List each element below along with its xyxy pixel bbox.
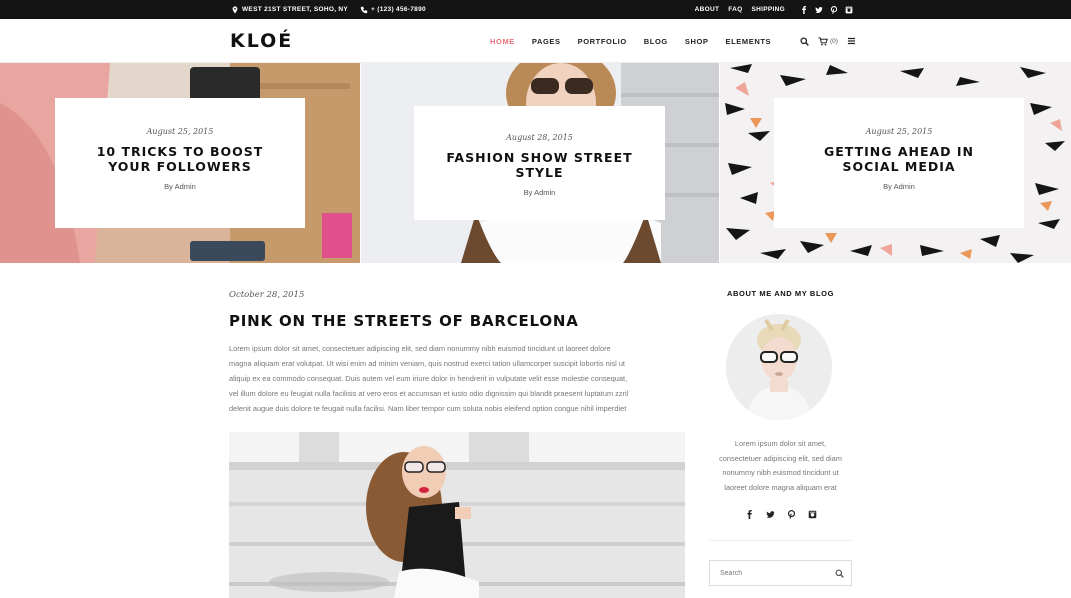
nav-portfolio[interactable]: PORTFOLIO	[578, 37, 627, 46]
pinterest-icon[interactable]	[787, 510, 796, 519]
article-photo	[229, 432, 685, 598]
top-social-icons	[800, 5, 853, 14]
featured-card-1: August 25, 2015 10 TRICKS TO BOOST YOUR …	[55, 98, 305, 228]
nav-blog[interactable]: BLOG	[644, 37, 668, 46]
excerpt-line: Lorem ipsum dolor sit amet, consectetuer…	[229, 344, 611, 353]
featured-title[interactable]: 10 TRICKS TO BOOST YOUR FOLLOWERS	[55, 144, 305, 174]
twitter-icon[interactable]	[815, 6, 823, 14]
nav-pages[interactable]: PAGES	[532, 37, 561, 46]
featured-date: August 25, 2015	[865, 127, 933, 136]
featured-post-3[interactable]: August 25, 2015 GETTING AHEAD IN SOCIAL …	[720, 63, 1071, 263]
instagram-icon[interactable]	[808, 510, 817, 519]
phone-text: + (123) 456-7890	[371, 6, 426, 13]
sidebar-search	[709, 560, 852, 586]
featured-post-1[interactable]: August 25, 2015 10 TRICKS TO BOOST YOUR …	[0, 63, 360, 263]
cart-count: (0)	[830, 37, 838, 45]
excerpt-line: delenit augue duis dolore te feugait nul…	[229, 404, 627, 413]
header-tools: (0)	[800, 19, 856, 63]
sidebar-about-text: Lorem ipsum dolor sit amet, consectetuer…	[709, 437, 852, 495]
excerpt-line: magna aliquam erat volutpat. Ut wisi eni…	[229, 359, 625, 368]
pinterest-icon[interactable]	[830, 5, 838, 14]
top-link-shipping[interactable]: SHIPPING	[752, 6, 785, 13]
top-links: ABOUT FAQ SHIPPING	[695, 0, 853, 19]
article-title[interactable]: PINK ON THE STREETS OF BARCELONA	[229, 312, 579, 330]
site-logo[interactable]: KLOÉ	[230, 30, 293, 52]
article-date: October 28, 2015	[229, 290, 305, 300]
search-icon[interactable]	[800, 36, 809, 46]
about-line: nonummy nibh euismod tincidunt ut	[722, 468, 839, 477]
sidebar-divider	[709, 540, 852, 541]
facebook-icon[interactable]	[745, 510, 754, 519]
featured-card-2: August 28, 2015 FASHION SHOW STREET STYL…	[414, 106, 665, 220]
top-link-faq[interactable]: FAQ	[728, 6, 742, 13]
featured-title[interactable]: GETTING AHEAD IN SOCIAL MEDIA	[774, 144, 1024, 174]
about-line: consectetuer adipiscing elit, sed diam	[719, 453, 842, 463]
main-header: KLOÉ HOME PAGES PORTFOLIO BLOG SHOP ELEM…	[0, 19, 1071, 63]
nav-home[interactable]: HOME	[490, 37, 515, 46]
cart-icon	[818, 36, 828, 45]
about-line: laoreet dolore magna aliquam erat	[724, 482, 837, 492]
address: WEST 21ST STREET, SOHO, NY	[231, 5, 349, 14]
sidebar-social-icons	[745, 510, 817, 519]
address-text: WEST 21ST STREET, SOHO, NY	[242, 6, 349, 13]
facebook-icon[interactable]	[800, 5, 808, 14]
nav-elements[interactable]: ELEMENTS	[726, 37, 772, 46]
article-image[interactable]	[229, 432, 685, 598]
phone: + (123) 456-7890	[360, 6, 426, 14]
avatar-photo	[726, 314, 832, 420]
excerpt-line: aliquip ex ea commodo consequat. Duis au…	[229, 374, 628, 383]
featured-card-3: August 25, 2015 GETTING AHEAD IN SOCIAL …	[774, 98, 1024, 228]
top-link-about[interactable]: ABOUT	[695, 6, 720, 13]
sidebar-title: ABOUT ME AND MY BLOG	[727, 289, 834, 298]
nav-shop[interactable]: SHOP	[685, 37, 709, 46]
featured-author: By Admin	[164, 182, 196, 191]
author-avatar	[726, 314, 832, 420]
search-icon	[834, 568, 844, 578]
cart-button[interactable]: (0)	[818, 36, 838, 46]
main-nav: HOME PAGES PORTFOLIO BLOG SHOP ELEMENTS	[490, 19, 771, 63]
top-bar: WEST 21ST STREET, SOHO, NY + (123) 456-7…	[0, 0, 1071, 19]
twitter-icon[interactable]	[766, 510, 775, 519]
contact-info: WEST 21ST STREET, SOHO, NY + (123) 456-7…	[231, 0, 426, 19]
location-pin-icon	[232, 5, 238, 14]
featured-post-2[interactable]: August 28, 2015 FASHION SHOW STREET STYL…	[361, 63, 719, 263]
instagram-icon[interactable]	[845, 6, 853, 14]
featured-date: August 28, 2015	[506, 133, 573, 142]
about-line: Lorem ipsum dolor sit amet,	[734, 439, 827, 448]
excerpt-line: vel illum dolore eu feugiat nulla facili…	[229, 389, 629, 398]
featured-title[interactable]: FASHION SHOW STREET STYLE	[414, 150, 665, 180]
featured-author: By Admin	[883, 182, 915, 191]
menu-icon[interactable]	[847, 37, 856, 45]
featured-author: By Admin	[523, 188, 556, 197]
phone-icon	[360, 6, 368, 13]
article-excerpt: Lorem ipsum dolor sit amet, consectetuer…	[229, 341, 681, 416]
search-input[interactable]	[710, 561, 827, 585]
featured-date: August 25, 2015	[146, 127, 214, 136]
search-button[interactable]	[827, 561, 851, 585]
